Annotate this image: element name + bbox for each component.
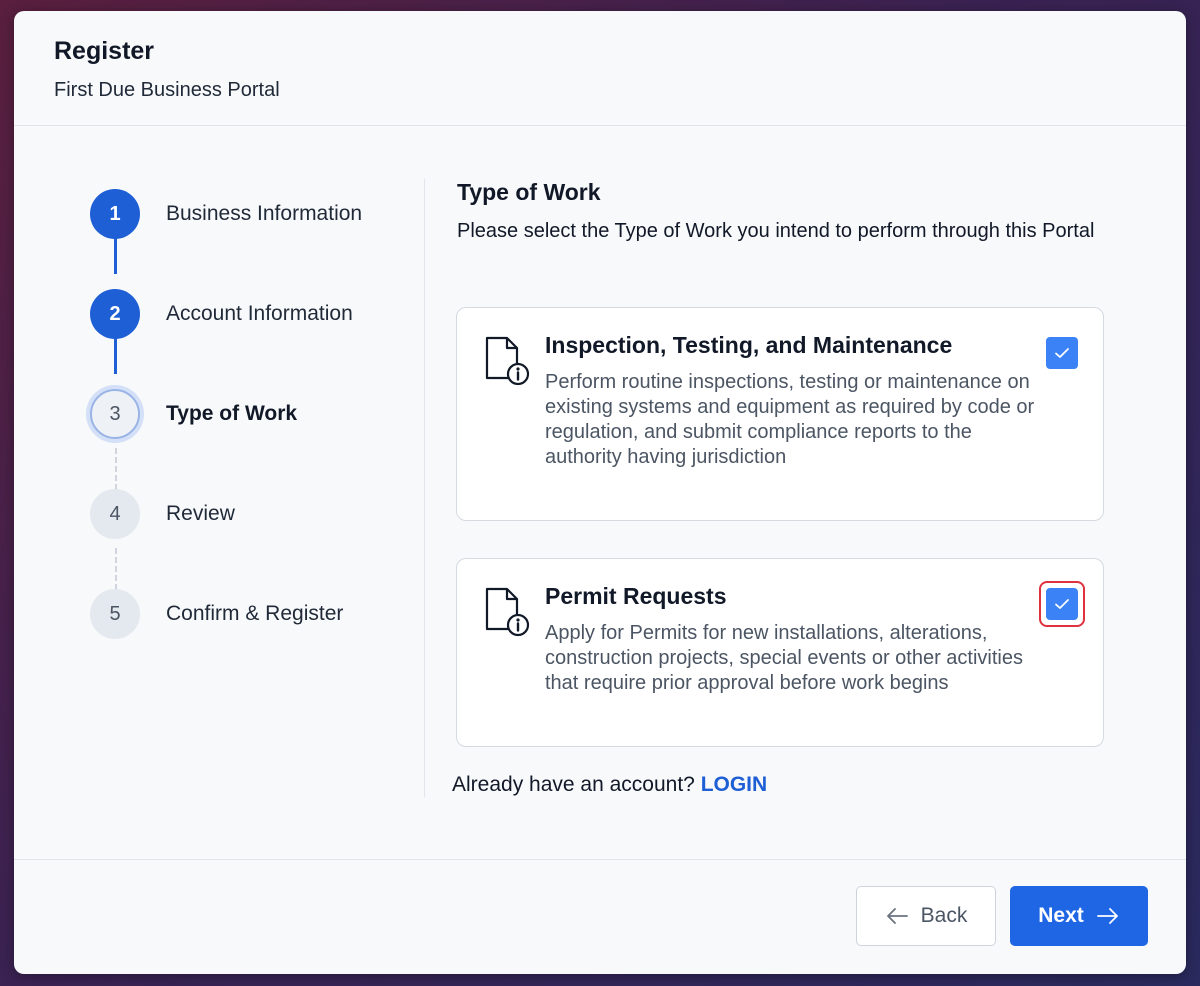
login-prompt-text: Already have an account? [452, 773, 695, 796]
check-icon [1055, 599, 1069, 609]
card-title: Inspection, Testing, and Maintenance [545, 332, 953, 358]
login-prompt-row: Already have an account? LOGIN [452, 773, 767, 797]
step-label: Account Information [166, 302, 353, 325]
step-account-information[interactable]: 2 Account Information [90, 289, 420, 341]
step-number: 1 [90, 189, 140, 239]
step-label: Review [166, 502, 235, 525]
card-description: Perform routine inspections, testing or … [545, 371, 1035, 468]
register-modal: Register First Due Business Portal 1 Bus… [14, 11, 1186, 974]
step-connector [115, 548, 117, 590]
next-button-label: Next [1038, 904, 1084, 927]
modal-footer: Back Next [14, 859, 1186, 974]
stepper: 1 Business Information 2 Account Informa… [14, 126, 424, 826]
arrow-right-icon [1096, 908, 1118, 924]
page-title: Register [54, 37, 155, 65]
login-link[interactable]: LOGIN [701, 773, 768, 796]
step-number: 3 [90, 389, 140, 439]
modal-header: Register First Due Business Portal [14, 11, 1186, 126]
back-button-label: Back [920, 904, 968, 927]
step-number: 5 [90, 589, 140, 639]
step-business-information[interactable]: 1 Business Information [90, 189, 420, 241]
document-info-icon [481, 585, 533, 637]
document-info-icon [481, 334, 533, 386]
step-label: Confirm & Register [166, 602, 344, 625]
next-button[interactable]: Next [1010, 886, 1148, 946]
work-type-card-inspection[interactable]: Inspection, Testing, and Maintenance Per… [456, 307, 1104, 521]
step-number: 4 [90, 489, 140, 539]
arrow-left-icon [886, 908, 908, 924]
work-type-card-permit[interactable]: Permit Requests Apply for Permits for ne… [456, 558, 1104, 747]
page-subtitle: First Due Business Portal [54, 79, 280, 101]
vertical-divider [424, 179, 425, 797]
card-title: Permit Requests [545, 583, 727, 609]
step-confirm-register: 5 Confirm & Register [90, 589, 420, 641]
card-description: Apply for Permits for new installations,… [545, 622, 1023, 694]
step-number: 2 [90, 289, 140, 339]
step-label: Business Information [166, 202, 363, 225]
permit-checkbox[interactable] [1046, 588, 1078, 620]
back-button[interactable]: Back [856, 886, 996, 946]
check-icon [1055, 348, 1069, 358]
step-connector [115, 448, 117, 490]
section-description: Please select the Type of Work you inten… [457, 220, 1095, 242]
step-type-of-work[interactable]: 3 Type of Work [90, 389, 420, 441]
section-title: Type of Work [457, 179, 601, 205]
inspection-checkbox[interactable] [1046, 337, 1078, 369]
step-review: 4 Review [90, 489, 420, 541]
step-label: Type of Work [166, 402, 298, 425]
